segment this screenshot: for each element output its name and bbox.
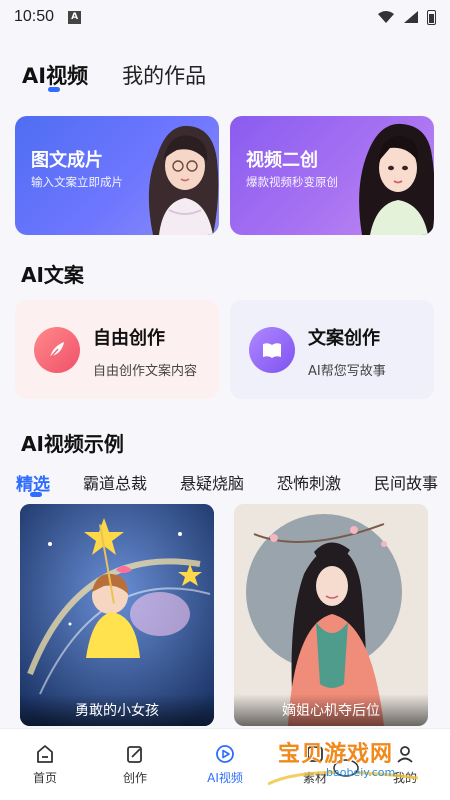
feature-card-video-remix[interactable]: 视频二创 爆款视频秒变原创 xyxy=(230,116,434,235)
book-icon xyxy=(249,327,295,373)
nav-label: AI视频 xyxy=(207,771,243,785)
tab-my-works[interactable]: 我的作品 xyxy=(122,60,206,90)
nav-label: 首页 xyxy=(32,771,57,785)
section-title-examples: AI视频示例 xyxy=(21,432,124,456)
notification-icon: A xyxy=(68,10,82,24)
category-tab-folk[interactable]: 民间故事 xyxy=(374,470,438,496)
category-tabs: 精选 霸道总裁 悬疑烧脑 恐怖刺激 民间故事 xyxy=(16,470,450,496)
nav-home[interactable]: 首页 xyxy=(0,729,90,800)
feather-icon xyxy=(34,327,80,373)
feature-subtitle: 爆款视频秒变原创 xyxy=(246,175,338,189)
signal-icon xyxy=(404,11,418,23)
feature-title: 视频二创 xyxy=(246,150,318,171)
nav-label: 创作 xyxy=(122,771,147,785)
top-tabs: AI视频 我的作品 xyxy=(22,60,206,90)
example-video-card[interactable]: 嫡姐心机夺后位 xyxy=(234,504,428,726)
nav-ai-video[interactable]: AI视频 xyxy=(180,729,270,800)
example-caption: 嫡姐心机夺后位 xyxy=(234,694,428,726)
example-video-card[interactable]: 勇敢的小女孩 xyxy=(20,504,214,726)
copy-card-subtitle: 自由创作文案内容 xyxy=(93,364,198,379)
play-icon xyxy=(216,745,234,763)
feature-title: 图文成片 xyxy=(31,150,103,171)
tab-indicator xyxy=(48,87,60,92)
wifi-icon xyxy=(378,11,394,23)
home-icon xyxy=(37,745,53,763)
nav-create[interactable]: 创作 xyxy=(90,729,180,800)
feature-subtitle: 输入文案立即成片 xyxy=(31,175,123,189)
watermark-url: baobeiy.com xyxy=(326,766,396,779)
edit-icon xyxy=(127,746,142,763)
free-create-card[interactable]: 自由创作 自由创作文案内容 xyxy=(15,300,219,399)
fairy-girl-image xyxy=(20,504,214,726)
status-time: 10:50 xyxy=(14,8,55,25)
feature-card-image-to-video[interactable]: 图文成片 输入文案立即成片 xyxy=(15,116,219,235)
category-tab-ceo[interactable]: 霸道总裁 xyxy=(83,470,147,496)
category-tab-mystery[interactable]: 悬疑烧脑 xyxy=(180,470,244,496)
section-title-ai-copy: AI文案 xyxy=(21,263,84,287)
copy-card-title: 自由创作 xyxy=(93,328,165,349)
category-indicator xyxy=(30,492,42,497)
copy-card-title: 文案创作 xyxy=(308,328,380,349)
category-tab-horror[interactable]: 恐怖刺激 xyxy=(277,470,341,496)
example-caption: 勇敢的小女孩 xyxy=(20,694,214,726)
copywriting-card[interactable]: 文案创作 AI帮您写故事 xyxy=(230,300,434,399)
watermark-text: 宝贝游戏网 xyxy=(278,742,394,767)
girl-portrait-image xyxy=(359,123,434,235)
tab-ai-video[interactable]: AI视频 xyxy=(22,60,88,90)
battery-icon xyxy=(427,9,436,25)
girl-portrait-image xyxy=(148,125,219,235)
copy-card-subtitle: AI帮您写故事 xyxy=(308,364,386,379)
ancient-lady-image xyxy=(234,504,428,726)
status-bar: 10:50 A xyxy=(0,0,450,34)
